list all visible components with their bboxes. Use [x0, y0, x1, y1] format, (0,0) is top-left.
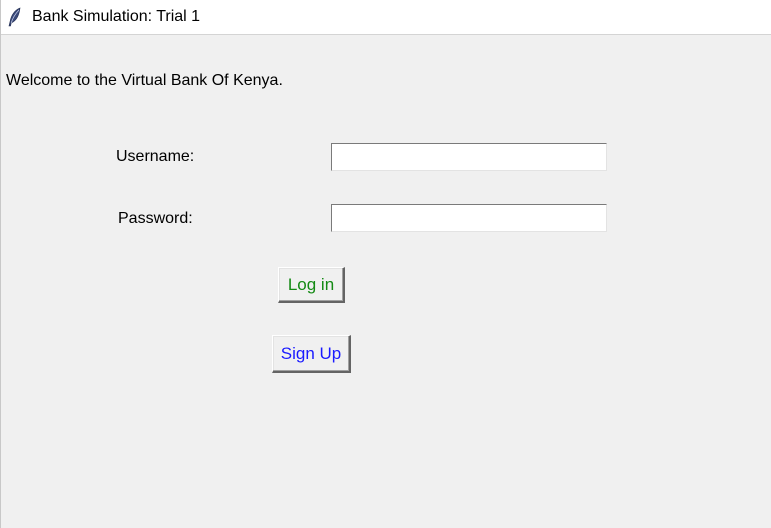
username-input[interactable] [331, 143, 607, 171]
app-window: Bank Simulation: Trial 1 Welcome to the … [0, 0, 771, 528]
login-button[interactable]: Log in [278, 267, 345, 303]
window-title: Bank Simulation: Trial 1 [32, 8, 201, 25]
title-bar[interactable]: Bank Simulation: Trial 1 [1, 0, 771, 35]
welcome-message: Welcome to the Virtual Bank Of Kenya. [6, 72, 283, 89]
password-input[interactable] [331, 204, 607, 232]
password-label: Password: [118, 210, 193, 227]
signup-button[interactable]: Sign Up [272, 335, 351, 373]
feather-icon [7, 7, 23, 27]
username-label: Username: [116, 148, 195, 165]
